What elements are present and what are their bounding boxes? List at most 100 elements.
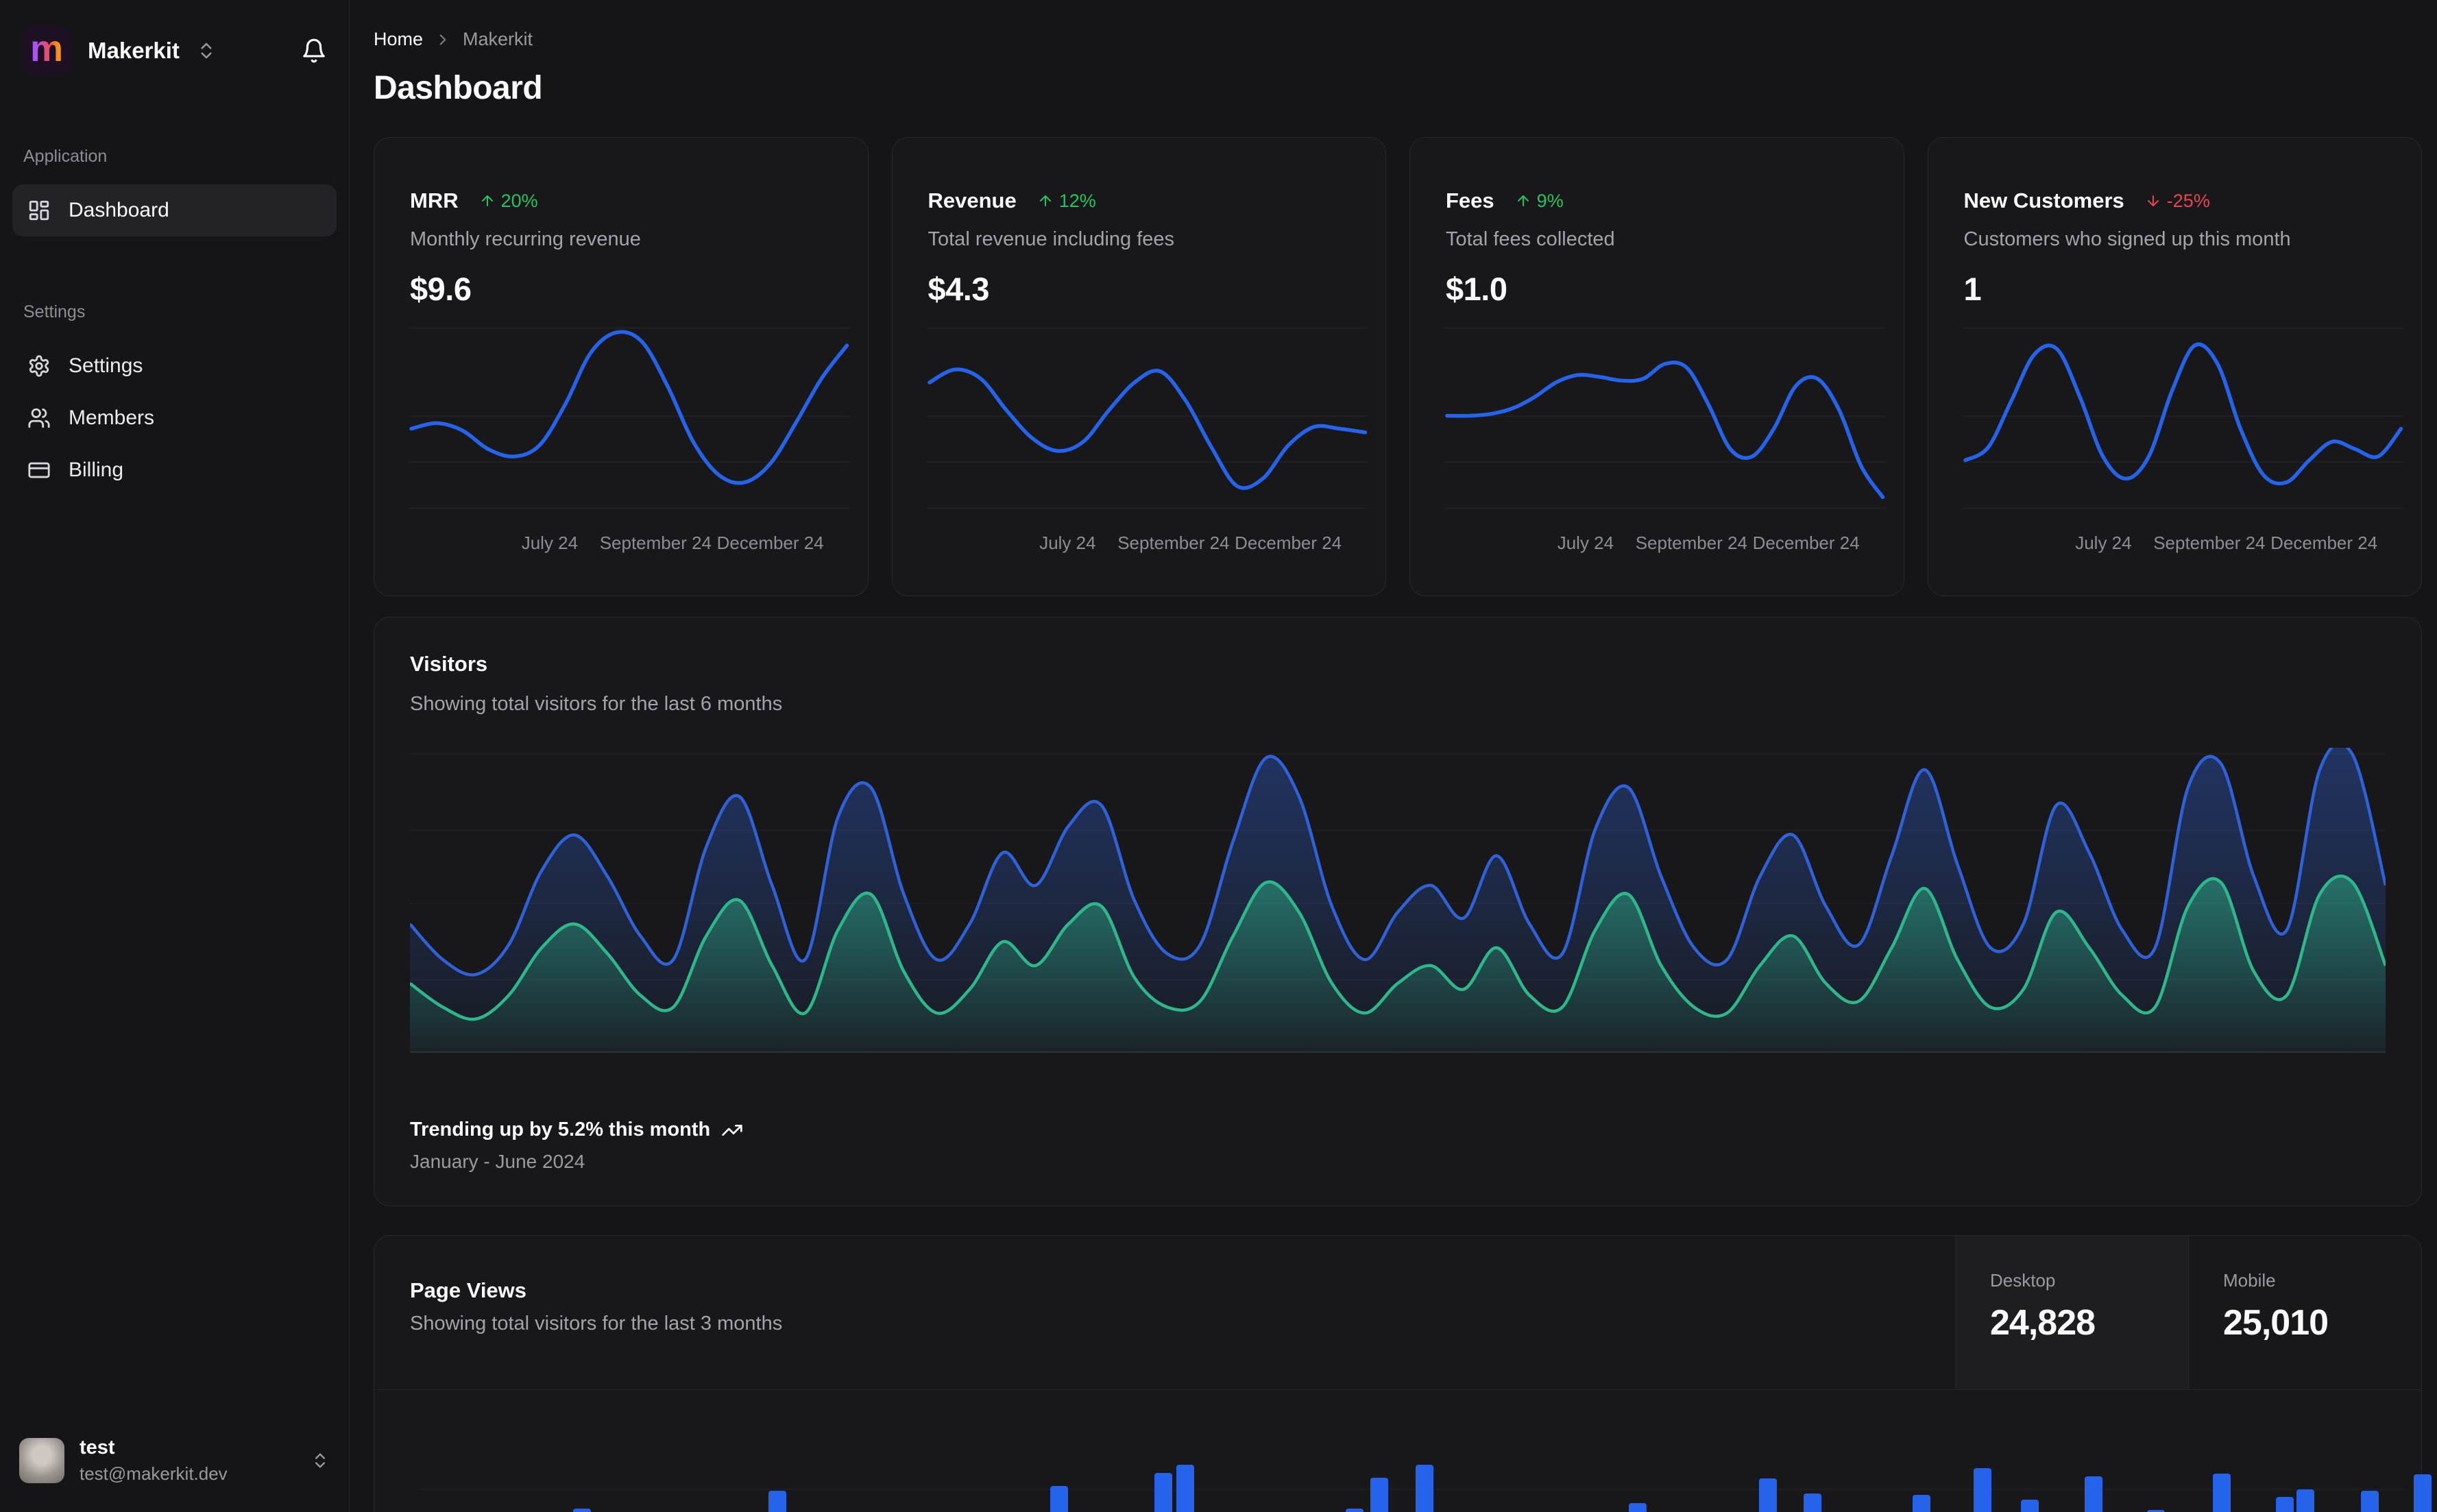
- stat-description: Monthly recurring revenue: [410, 228, 641, 250]
- visitors-title: Visitors: [410, 652, 488, 676]
- page-views-bar-chart: [418, 1390, 2432, 1512]
- sidebar: m Makerkit Application Dashboard Setting…: [0, 0, 350, 1512]
- bar: [1416, 1465, 1433, 1512]
- x-tick: September 24: [2153, 533, 2266, 553]
- stat-description: Customers who signed up this month: [1963, 228, 2291, 250]
- stat-description: Total revenue including fees: [927, 228, 1175, 250]
- gridline: [418, 1489, 2405, 1490]
- bar: [1629, 1503, 1647, 1512]
- trend-badge: 20%: [479, 191, 538, 212]
- trend-badge: -25%: [2145, 191, 2210, 212]
- breadcrumb-current[interactable]: Makerkit: [463, 29, 533, 50]
- x-tick: July 24: [2075, 533, 2132, 553]
- nav-section-application: Application: [23, 147, 108, 166]
- bar: [2213, 1474, 2231, 1512]
- sidebar-item-label: Members: [69, 406, 155, 429]
- stat-cards-row: MRR 20% Monthly recurring revenue $9.6 J…: [374, 137, 2422, 596]
- billing-icon: [27, 459, 51, 482]
- sparkline-x-axis: July 24 September 24 December 24: [1444, 520, 1886, 564]
- toggle-mobile[interactable]: Mobile 25,010: [2188, 1236, 2421, 1389]
- sparkline-x-axis: July 24 September 24 December 24: [409, 520, 850, 564]
- stat-value: $9.6: [410, 271, 472, 307]
- visitors-trend-text: Trending up by 5.2% this month: [410, 1119, 711, 1141]
- toggle-desktop[interactable]: Desktop 24,828: [1955, 1236, 2188, 1389]
- chevron-right-icon: [434, 31, 452, 49]
- stat-value: $1.0: [1446, 271, 1507, 307]
- arrow-up-icon: [1515, 193, 1531, 209]
- stat-value: 1: [1963, 271, 1982, 307]
- trending-up-icon: [721, 1119, 743, 1141]
- visitors-date-range: January - June 2024: [410, 1151, 585, 1172]
- toggle-value: 25,010: [2223, 1303, 2329, 1343]
- bar: [1913, 1495, 1930, 1512]
- toggle-label: Mobile: [2223, 1270, 2276, 1291]
- x-tick: July 24: [521, 533, 579, 553]
- main-content: Home Makerkit Dashboard MRR 20% Monthly …: [350, 0, 2437, 1512]
- bell-icon[interactable]: [301, 38, 327, 64]
- page-views-title: Page Views: [410, 1278, 527, 1302]
- bar: [2296, 1489, 2314, 1512]
- bar: [768, 1491, 786, 1512]
- bar: [1759, 1478, 1777, 1512]
- workspace-switcher[interactable]: m Makerkit: [12, 26, 337, 75]
- user-menu[interactable]: test test@makerkit.dev: [12, 1437, 337, 1485]
- visitors-footer: Trending up by 5.2% this month January -…: [410, 1119, 2386, 1173]
- stat-title: MRR: [410, 188, 459, 212]
- bar: [2414, 1474, 2432, 1512]
- visitors-description: Showing total visitors for the last 6 mo…: [410, 693, 783, 715]
- settings-icon: [27, 354, 51, 378]
- arrow-up-icon: [479, 193, 496, 209]
- stat-card-mrr: MRR 20% Monthly recurring revenue $9.6 J…: [374, 137, 869, 596]
- breadcrumb-home[interactable]: Home: [374, 29, 423, 50]
- sidebar-item-members[interactable]: Members: [12, 392, 337, 444]
- makerkit-dashboard: m Makerkit Application Dashboard Setting…: [0, 0, 2437, 1512]
- makerkit-logo: m: [22, 26, 71, 75]
- sidebar-nav: Application Dashboard Settings Settings: [12, 147, 337, 496]
- bar: [1154, 1473, 1172, 1512]
- stat-value: $4.3: [927, 271, 990, 307]
- bar: [1804, 1493, 1821, 1512]
- sidebar-item-settings[interactable]: Settings: [12, 340, 337, 392]
- bar: [2361, 1491, 2379, 1512]
- sparkline-x-axis: July 24 September 24 December 24: [1963, 520, 2404, 564]
- sidebar-item-label: Dashboard: [69, 199, 169, 221]
- x-tick: July 24: [1557, 533, 1614, 553]
- toggle-value: 24,828: [1990, 1303, 2096, 1343]
- chevrons-up-down-icon: [196, 40, 217, 61]
- fees-sparkline-chart: [1444, 320, 1886, 520]
- x-tick: December 24: [1752, 533, 1860, 553]
- x-tick: December 24: [1235, 533, 1342, 553]
- x-tick: September 24: [1635, 533, 1748, 553]
- visitors-area-chart: [410, 748, 2386, 1053]
- page-views-header: Page Views Showing total visitors for th…: [374, 1236, 2421, 1390]
- nav-section-settings: Settings: [23, 302, 86, 321]
- toggle-label: Desktop: [1990, 1270, 2056, 1291]
- page-views-description: Showing total visitors for the last 3 mo…: [410, 1313, 783, 1334]
- page-views-card: Page Views Showing total visitors for th…: [374, 1235, 2432, 1512]
- bar: [573, 1509, 591, 1512]
- visitors-card: Visitors Showing total visitors for the …: [374, 617, 2422, 1206]
- user-avatar: [19, 1438, 64, 1483]
- sidebar-item-label: Billing: [69, 459, 124, 481]
- stat-title: Fees: [1446, 188, 1494, 212]
- workspace-name: Makerkit: [88, 38, 180, 63]
- arrow-down-icon: [2145, 193, 2161, 209]
- bar: [1176, 1465, 1194, 1512]
- stat-card-fees: Fees 9% Total fees collected $1.0 July 2…: [1409, 137, 1904, 596]
- bar: [1050, 1486, 1068, 1512]
- bar: [2085, 1476, 2102, 1512]
- revenue-sparkline-chart: [926, 320, 1368, 520]
- mrr-sparkline-chart: [409, 320, 850, 520]
- sidebar-item-billing[interactable]: Billing: [12, 444, 337, 496]
- bar: [2021, 1500, 2039, 1512]
- arrow-up-icon: [1037, 193, 1054, 209]
- x-tick: December 24: [2270, 533, 2378, 553]
- x-tick: September 24: [1117, 533, 1230, 553]
- stat-description: Total fees collected: [1446, 228, 1615, 250]
- sidebar-item-dashboard[interactable]: Dashboard: [12, 184, 337, 236]
- stat-card-revenue: Revenue 12% Total revenue including fees…: [891, 137, 1386, 596]
- trend-badge: 12%: [1037, 191, 1096, 212]
- bar: [1974, 1468, 1991, 1512]
- chevrons-up-down-icon: [311, 1451, 330, 1470]
- sidebar-item-label: Settings: [69, 354, 143, 377]
